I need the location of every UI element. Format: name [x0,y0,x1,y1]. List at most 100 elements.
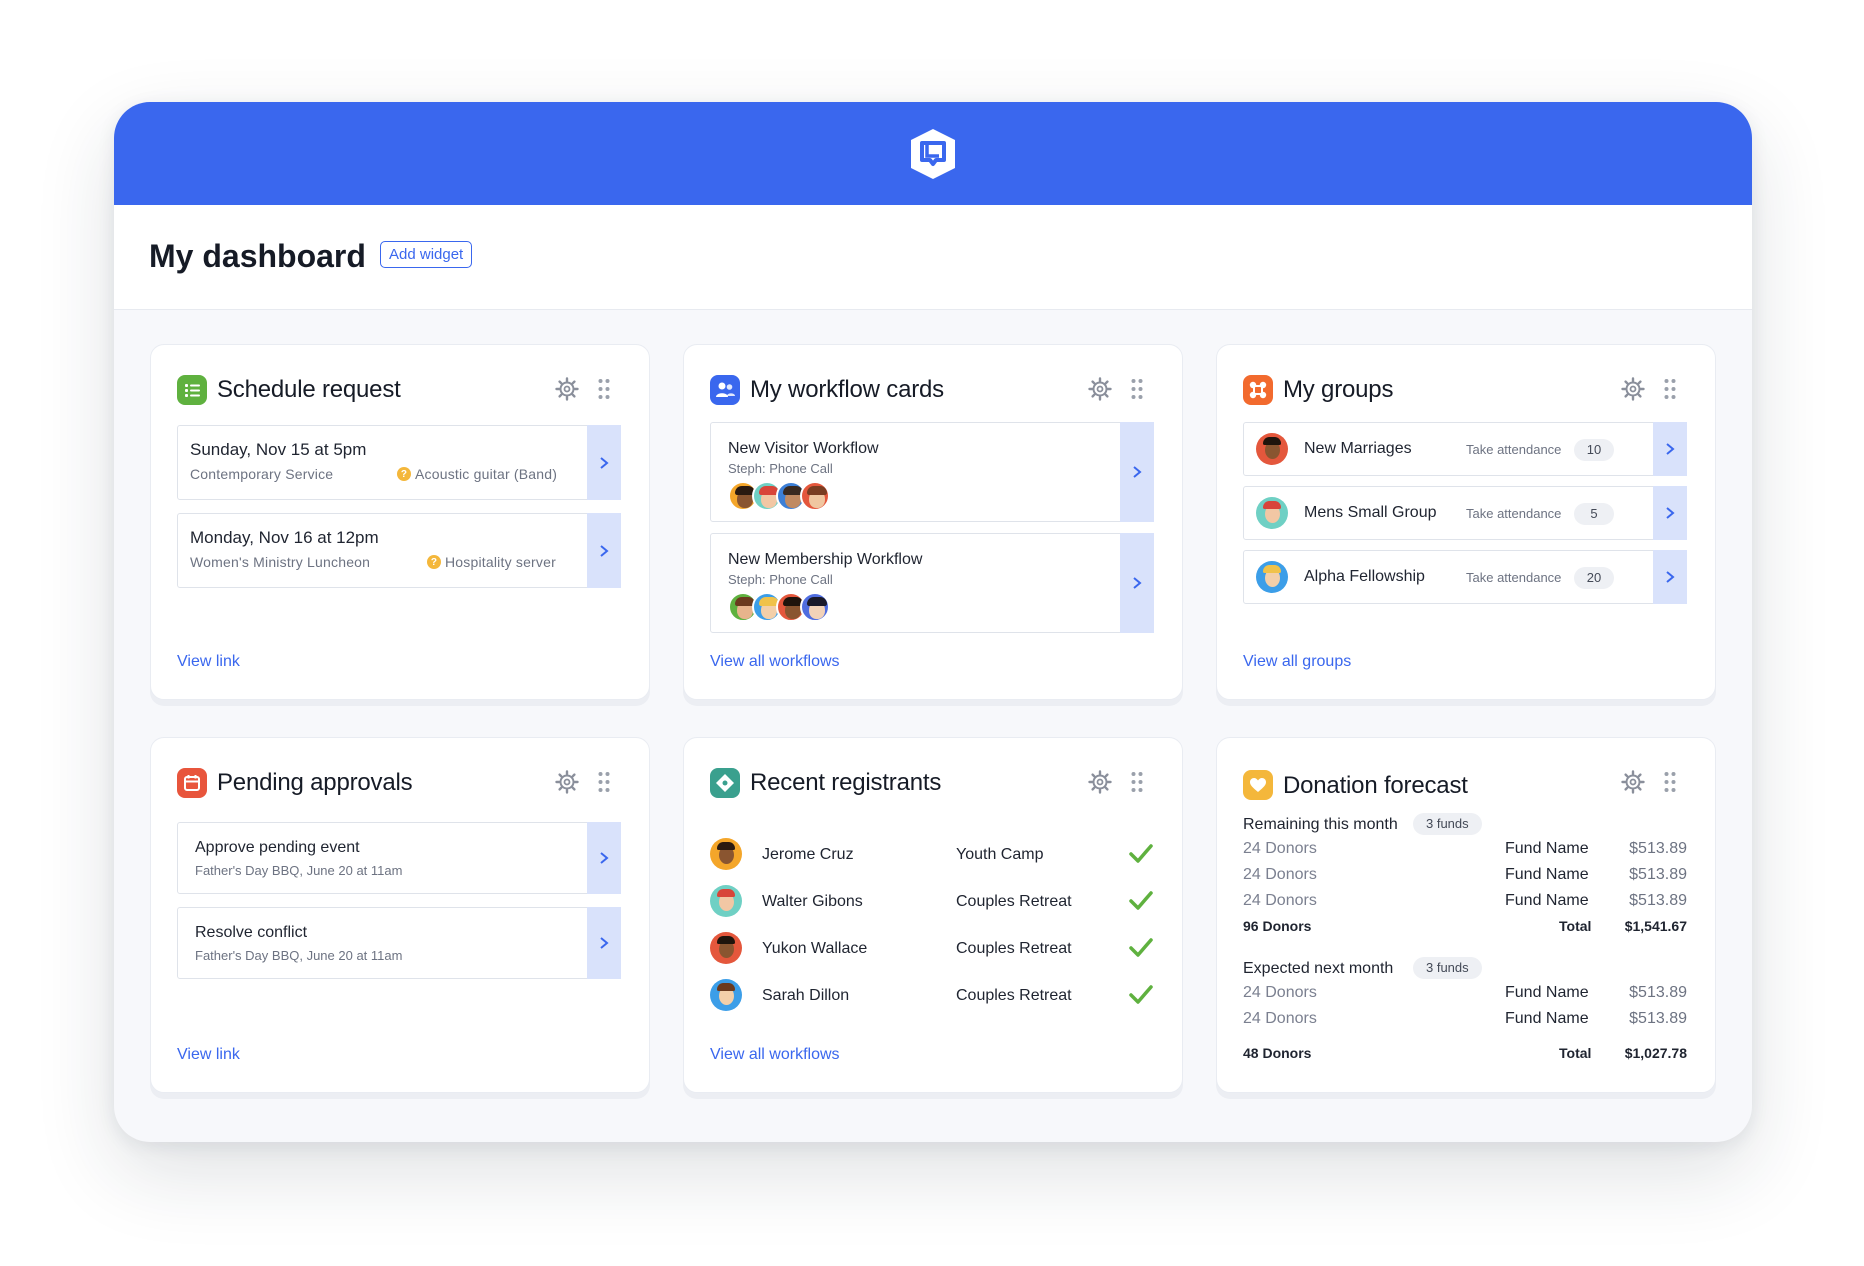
schedule-role: ? Hospitality server [427,554,556,570]
take-attendance-link[interactable]: Take attendance [1466,506,1561,521]
drag-handle-icon[interactable] [597,770,611,794]
group-name: Mens Small Group [1304,504,1437,521]
view-link[interactable]: View link [177,1046,240,1064]
widget-header: My workflow cards [710,373,1158,407]
funds-badge: 3 funds [1413,957,1482,979]
funds-badge: 3 funds [1413,813,1482,835]
widget-title: Schedule request [217,376,401,403]
registrant-name: Sarah Dillon [762,987,850,1004]
checkmark-icon [1129,938,1153,957]
list-icon [177,375,207,405]
question-icon: ? [427,555,441,569]
top-bar [114,102,1752,205]
open-arrow-button[interactable] [1120,533,1154,633]
schedule-item[interactable]: Sunday, Nov 15 at 5pm Contemporary Servi… [177,425,621,500]
drag-handle-icon[interactable] [597,377,611,401]
fund-name: Fund Name [1505,892,1589,909]
fund-name: Fund Name [1505,866,1589,883]
open-arrow-button[interactable] [587,425,621,500]
open-arrow-button[interactable] [587,513,621,588]
gear-icon[interactable] [555,377,579,401]
registrant-name: Yukon Wallace [762,940,868,957]
add-widget-button[interactable]: Add widget [380,241,473,268]
approval-item[interactable]: Approve pending event Father's Day BBQ, … [177,822,621,894]
gear-icon[interactable] [1621,770,1645,794]
chevron-right-icon [1133,577,1142,589]
widget-header: Schedule request [177,373,625,407]
open-arrow-button[interactable] [587,907,621,979]
group-name: Alpha Fellowship [1304,568,1425,585]
page-header: My dashboard Add widget [114,205,1752,310]
group-name: New Marriages [1304,440,1412,457]
avatar [1256,433,1288,465]
group-row[interactable]: Mens Small Group Take attendance 5 [1243,486,1687,540]
chevron-right-icon [1666,507,1675,519]
donor-count: 24 Donors [1243,866,1317,883]
registrant-row[interactable]: Yukon Wallace Couples Retreat [710,928,1154,968]
total-amount: $1,541.67 [1624,918,1687,934]
avatar [710,838,742,870]
open-arrow-button[interactable] [1120,422,1154,522]
open-arrow-button[interactable] [1653,422,1687,476]
app-logo-icon[interactable] [905,126,961,182]
gear-icon[interactable] [555,770,579,794]
fund-amount: $513.89 [1629,1010,1687,1027]
take-attendance-link[interactable]: Take attendance [1466,442,1561,457]
people-icon [710,375,740,405]
group-row[interactable]: New Marriages Take attendance 10 [1243,422,1687,476]
approval-event: Father's Day BBQ, June 20 at 11am [195,863,403,878]
drag-handle-icon[interactable] [1663,770,1677,794]
recent-registrants-widget: Recent registrants Jerome Cruz Youth Cam… [683,737,1183,1093]
widget-header: My groups [1243,373,1691,407]
registrant-event: Couples Retreat [956,893,1072,910]
drag-handle-icon[interactable] [1130,377,1144,401]
registrant-row[interactable]: Walter Gibons Couples Retreat [710,881,1154,921]
workflow-card[interactable]: New Visitor Workflow Steph: Phone Call [710,422,1154,522]
workflow-card[interactable]: New Membership Workflow Steph: Phone Cal… [710,533,1154,633]
take-attendance-link[interactable]: Take attendance [1466,570,1561,585]
registrant-event: Couples Retreat [956,940,1072,957]
checkmark-icon [1129,891,1153,910]
checkmark-icon [1129,844,1153,863]
widget-title: My groups [1283,376,1394,403]
view-link[interactable]: View link [177,653,240,671]
open-arrow-button[interactable] [1653,486,1687,540]
chevron-right-icon [600,544,609,557]
donor-count: 24 Donors [1243,892,1317,909]
group-row[interactable]: Alpha Fellowship Take attendance 20 [1243,550,1687,604]
donation-row: 24 Donors Fund Name $513.89 [1243,1010,1687,1032]
registrant-row[interactable]: Jerome Cruz Youth Camp [710,834,1154,874]
member-count-badge: 5 [1574,503,1614,525]
drag-handle-icon[interactable] [1130,770,1144,794]
view-all-workflows-link[interactable]: View all workflows [710,653,840,671]
schedule-item[interactable]: Monday, Nov 16 at 12pm Women's Ministry … [177,513,621,588]
registrant-row[interactable]: Sarah Dillon Couples Retreat [710,975,1154,1015]
avatar-stack [728,592,830,622]
gear-icon[interactable] [1088,377,1112,401]
donation-row: 24 Donors Fund Name $513.89 [1243,984,1687,1006]
groups-icon [1243,375,1273,405]
widget-title: Recent registrants [750,769,942,796]
widget-header: Recent registrants [710,766,1158,800]
open-arrow-button[interactable] [587,822,621,894]
total-donors: 96 Donors [1243,918,1312,934]
schedule-event: Contemporary Service [190,466,334,482]
donation-total-row: 48 Donors Total $1,027.78 [1243,1045,1687,1067]
chevron-right-icon [600,937,609,949]
donation-forecast-widget: Donation forecast Remaining this month 3… [1216,737,1716,1093]
calendar-icon [177,768,207,798]
open-arrow-button[interactable] [1653,550,1687,604]
donation-row: 24 Donors Fund Name $513.89 [1243,866,1687,888]
gear-icon[interactable] [1088,770,1112,794]
approval-item[interactable]: Resolve conflict Father's Day BBQ, June … [177,907,621,979]
drag-handle-icon[interactable] [1663,377,1677,401]
widget-header: Pending approvals [177,766,625,800]
gear-icon[interactable] [1621,377,1645,401]
view-all-workflows-link[interactable]: View all workflows [710,1046,840,1064]
fund-amount: $513.89 [1629,892,1687,909]
remaining-this-month-label: Remaining this month [1243,816,1398,833]
avatar [800,592,830,622]
registrant-event: Youth Camp [956,846,1044,863]
view-all-groups-link[interactable]: View all groups [1243,653,1351,671]
schedule-request-widget: Schedule request Sunday, Nov 15 at 5pm C… [150,344,650,700]
